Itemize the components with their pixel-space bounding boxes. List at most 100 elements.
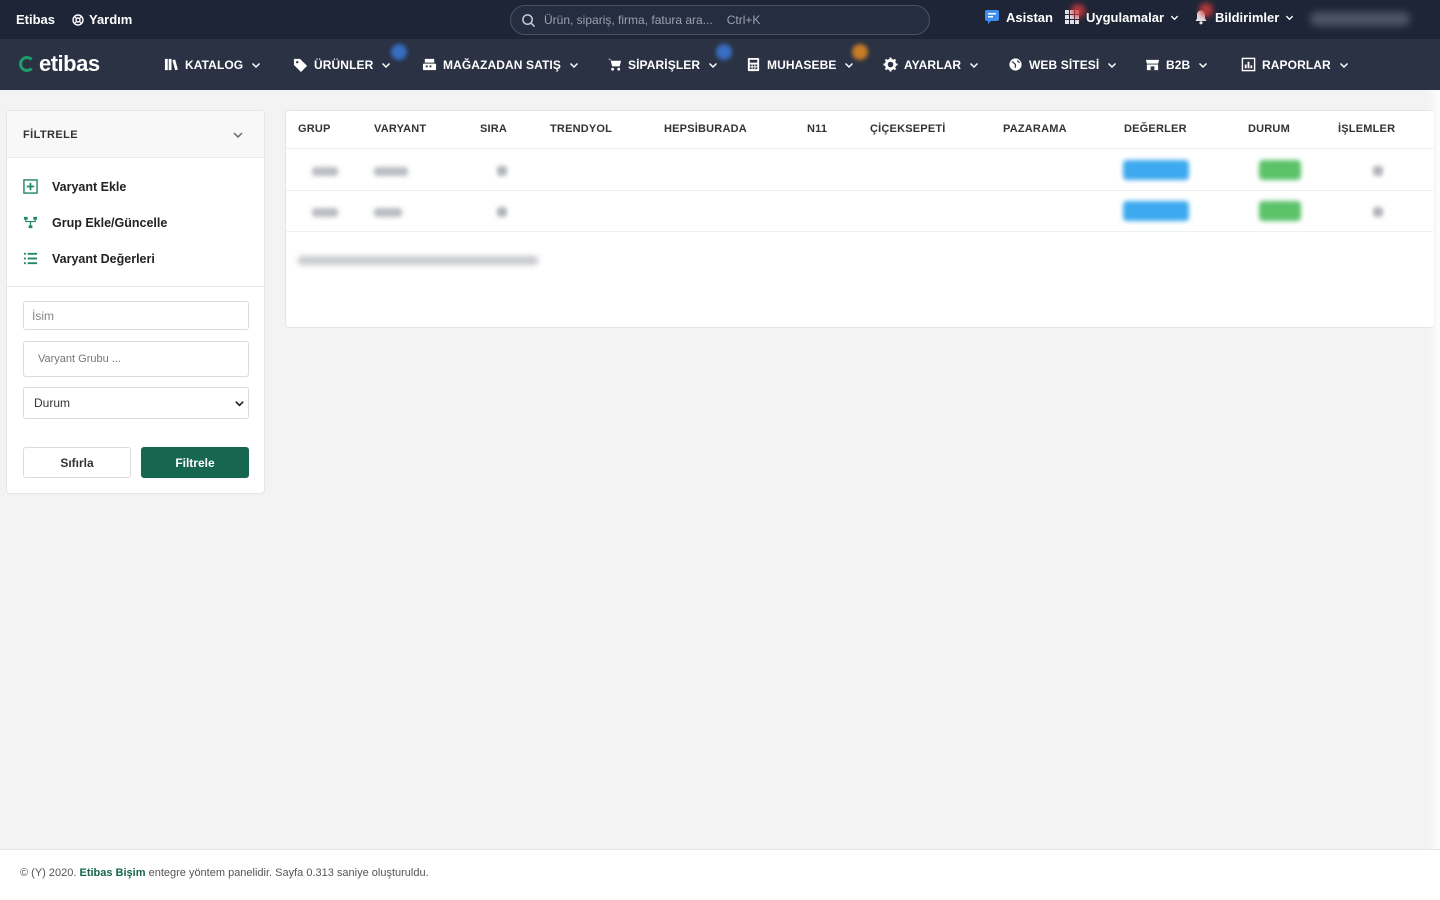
footer-prefix: © (Y) 2020. xyxy=(20,867,77,879)
row-variant xyxy=(374,167,408,176)
notifications-label: Bildirimler xyxy=(1215,9,1280,25)
column-header[interactable]: DURUM xyxy=(1248,123,1290,135)
cart-icon xyxy=(607,58,622,71)
name-input[interactable] xyxy=(23,301,249,330)
nav-web-sitesi[interactable]: WEB SİTESİ xyxy=(1008,57,1117,72)
chevron-down-icon xyxy=(970,62,979,68)
logo-mark xyxy=(19,56,35,72)
variant-values-link[interactable]: Varyant Değerleri xyxy=(23,251,155,266)
nav-label: B2B xyxy=(1166,57,1191,72)
nav-urunler[interactable]: ÜRÜNLER xyxy=(293,57,391,72)
help-label: Yardım xyxy=(89,12,133,27)
nav-label: SİPARİŞLER xyxy=(628,57,701,72)
chevron-down-icon xyxy=(382,62,391,68)
nav-label: MAĞAZADAN SATIŞ xyxy=(443,57,561,72)
table-header: GRUP VARYANT SIRA TRENDYOL HEPSİBURADA N… xyxy=(286,111,1434,149)
column-header[interactable]: İŞLEMLER xyxy=(1338,123,1395,135)
lifebuoy-icon xyxy=(72,13,84,26)
column-header[interactable]: GRUP xyxy=(298,123,331,135)
nav-label: WEB SİTESİ xyxy=(1029,57,1100,72)
actions-button[interactable] xyxy=(1373,166,1383,176)
brand-name[interactable]: Etibas xyxy=(16,12,55,27)
group-edit-label: Grup Ekle/Güncelle xyxy=(52,215,168,230)
column-header[interactable]: N11 xyxy=(807,123,827,135)
gear-icon xyxy=(883,57,898,72)
assistant-button[interactable]: Asistan xyxy=(984,9,1053,25)
nav-label: MUHASEBE xyxy=(767,57,837,72)
chat-icon xyxy=(985,10,999,24)
actions-button[interactable] xyxy=(1373,207,1383,217)
footer-company-link[interactable]: Etibas Bişim xyxy=(79,867,145,879)
report-icon xyxy=(1241,57,1256,72)
chevron-down-icon xyxy=(1339,62,1348,68)
row-group xyxy=(312,208,338,217)
column-header[interactable]: HEPSİBURADA xyxy=(664,123,747,135)
tag-icon xyxy=(293,58,308,72)
nav-siparisler-badge xyxy=(716,44,732,60)
row-order xyxy=(497,166,507,176)
column-header[interactable]: TRENDYOL xyxy=(550,123,612,135)
column-header[interactable]: SIRA xyxy=(480,123,507,135)
nav-muhasebe[interactable]: MUHASEBE xyxy=(746,57,854,72)
nav-ayarlar[interactable]: AYARLAR xyxy=(883,57,979,72)
values-badge[interactable] xyxy=(1123,160,1189,180)
table-row[interactable] xyxy=(286,150,1434,191)
values-badge[interactable] xyxy=(1123,201,1189,221)
notifications-badge xyxy=(1199,3,1213,17)
chevron-down-icon[interactable] xyxy=(232,129,244,141)
variant-group-input[interactable] xyxy=(23,341,249,377)
row-group xyxy=(312,167,338,176)
main-navigation: etibas KATALOG ÜRÜNLER MAĞAZADAN SATIŞ S… xyxy=(0,39,1440,90)
chevron-down-icon xyxy=(569,62,578,68)
chevron-down-icon xyxy=(1108,62,1117,68)
chevron-down-icon xyxy=(252,62,261,68)
user-menu[interactable] xyxy=(1310,12,1410,26)
chevron-down-icon xyxy=(1286,15,1294,20)
global-search[interactable]: Ürün, sipariş, firma, fatura ara... Ctrl… xyxy=(510,5,930,35)
logo[interactable]: etibas xyxy=(19,51,100,77)
scroll-shadow xyxy=(1428,90,1440,900)
globe-icon xyxy=(1009,58,1022,71)
register-icon xyxy=(422,58,437,71)
nav-muhasebe-badge xyxy=(852,44,868,60)
nav-label: AYARLAR xyxy=(904,57,962,72)
nav-label: ÜRÜNLER xyxy=(314,57,374,72)
apps-badge xyxy=(1071,4,1085,18)
add-variant-link[interactable]: Varyant Ekle xyxy=(23,179,126,194)
row-order xyxy=(497,207,507,217)
status-badge xyxy=(1259,201,1301,221)
help-link[interactable]: Yardım xyxy=(72,12,132,27)
filter-header[interactable]: FİLTRELE xyxy=(7,111,264,158)
nav-magazadan-satis[interactable]: MAĞAZADAN SATIŞ xyxy=(422,57,579,72)
nav-b2b[interactable]: B2B xyxy=(1145,57,1208,72)
chevron-down-icon xyxy=(845,62,854,68)
search-placeholder: Ürün, sipariş, firma, fatura ara... xyxy=(544,13,713,27)
divider xyxy=(7,286,264,287)
list-icon xyxy=(23,252,38,265)
chevron-down-icon xyxy=(1170,15,1179,20)
assistant-label: Asistan xyxy=(1006,9,1053,25)
top-utility-bar: Etibas Yardım Ürün, sipariş, firma, fatu… xyxy=(0,0,1440,39)
chevron-down-icon xyxy=(709,62,718,68)
column-header[interactable]: ÇİÇEKSEPETİ xyxy=(870,123,946,135)
group-edit-link[interactable]: Grup Ekle/Güncelle xyxy=(23,215,167,230)
nav-raporlar[interactable]: RAPORLAR xyxy=(1241,57,1349,72)
status-select[interactable]: Durum xyxy=(23,387,249,419)
nav-label: KATALOG xyxy=(185,57,244,72)
column-header[interactable]: PAZARAMA xyxy=(1003,123,1067,135)
filter-panel: FİLTRELE Varyant Ekle Grup Ekle/Güncelle… xyxy=(6,110,265,494)
filter-button[interactable]: Filtrele xyxy=(141,447,249,478)
column-header[interactable]: DEĞERLER xyxy=(1124,123,1187,135)
apps-label: Uygulamalar xyxy=(1086,9,1165,25)
reset-button[interactable]: Sıfırla xyxy=(23,447,131,478)
footer-suffix: entegre yöntem panelidir. Sayfa 0.313 sa… xyxy=(148,867,429,879)
nav-siparisler[interactable]: SİPARİŞLER xyxy=(607,57,718,72)
row-variant xyxy=(374,208,402,217)
chevron-down-icon xyxy=(1199,62,1208,68)
footer: © (Y) 2020. Etibas Bişim entegre yöntem … xyxy=(0,849,1440,900)
footer-text: © (Y) 2020. Etibas Bişim entegre yöntem … xyxy=(20,867,429,879)
search-shortcut: Ctrl+K xyxy=(726,13,761,27)
nav-katalog[interactable]: KATALOG xyxy=(164,57,261,72)
table-row[interactable] xyxy=(286,191,1434,232)
column-header[interactable]: VARYANT xyxy=(374,123,426,135)
